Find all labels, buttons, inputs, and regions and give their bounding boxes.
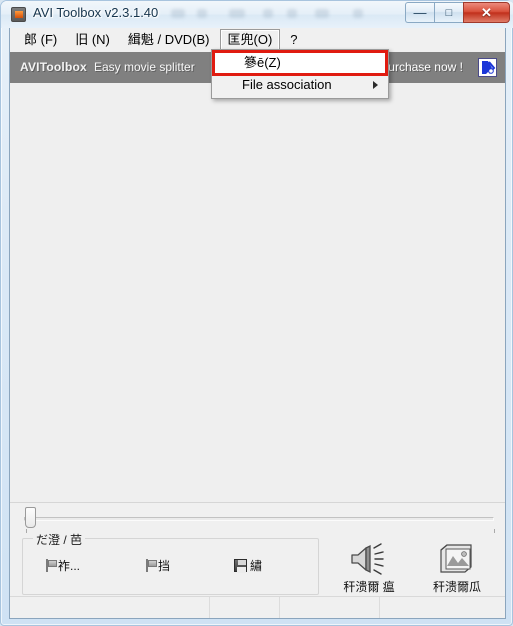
status-cell-3 <box>280 597 380 618</box>
save-segment-label: 繡 <box>250 559 263 573</box>
minimize-button[interactable]: — <box>405 2 434 23</box>
extract-audio-button[interactable]: 秆溃爾 瘟 <box>332 542 406 595</box>
menu-dvd[interactable]: 緝魁 / DVD(B) <box>120 29 218 51</box>
application-window: AVI Toolbox v2.3.1.40 — □ ✕ 郎 (F) 旧 (N) … <box>0 0 513 626</box>
purchase-now-link[interactable]: Purchase now ! <box>380 60 463 74</box>
set-end-label: 挡 <box>158 559 171 573</box>
extract-image-label: 秆溃爾瓜 <box>432 580 481 594</box>
extract-audio-label: 秆溃爾 瘟 <box>343 580 395 594</box>
menu-options[interactable]: 匡兜(O) <box>219 29 281 51</box>
trackbar-thumb[interactable] <box>25 507 36 528</box>
menu-item-file-association-label: File association <box>242 77 332 92</box>
banner-tagline: Easy movie splitter <box>94 60 195 74</box>
status-cell-2 <box>210 597 280 618</box>
trackbar-groove <box>24 517 494 521</box>
extract-image-button[interactable]: 秆溃爾瓜 <box>420 542 494 595</box>
maximize-button[interactable]: □ <box>434 2 463 23</box>
menu-file[interactable]: 郎 (F) <box>16 29 65 51</box>
banner-brand: AVIToolbox <box>20 60 87 74</box>
video-preview-area[interactable] <box>10 83 505 503</box>
minimize-icon: — <box>413 4 427 20</box>
menu-help[interactable]: ? <box>282 29 305 51</box>
chevron-right-icon <box>373 81 378 89</box>
flag-start-icon <box>44 559 57 572</box>
menu-item-settings[interactable]: 篸ē(Z) <box>212 50 388 76</box>
speaker-icon <box>332 542 406 576</box>
picture-icon <box>420 542 494 576</box>
maximize-icon: □ <box>445 6 453 19</box>
status-cell-1 <box>10 597 210 618</box>
status-cell-4 <box>380 597 505 618</box>
set-start-button[interactable]: 祚... <box>44 557 80 574</box>
set-start-label: 祚... <box>58 559 81 573</box>
options-dropdown-menu: 篸ē(Z) File association <box>211 49 389 99</box>
avi-toolbox-logo-icon[interactable] <box>478 58 497 77</box>
set-end-button[interactable]: 挡 <box>144 557 170 574</box>
window-controls: — □ ✕ <box>405 2 510 23</box>
save-disk-icon <box>234 559 247 573</box>
status-bar <box>10 596 505 618</box>
close-icon: ✕ <box>481 4 492 20</box>
menu-item-file-association[interactable]: File association <box>212 74 388 96</box>
menu-new[interactable]: 旧 (N) <box>67 29 118 51</box>
window-title: AVI Toolbox v2.3.1.40 <box>33 5 159 20</box>
menu-item-settings-label: 篸ē(Z) <box>244 55 281 70</box>
client-area: 郎 (F) 旧 (N) 緝魁 / DVD(B) 匡兜(O) ? AVIToolb… <box>9 28 506 619</box>
title-bar[interactable]: AVI Toolbox v2.3.1.40 — □ ✕ <box>1 1 513 28</box>
flag-end-icon <box>144 559 157 572</box>
close-button[interactable]: ✕ <box>463 2 510 23</box>
film-reel-icon <box>11 7 26 22</box>
save-segment-button[interactable]: 繡 <box>234 557 262 574</box>
selection-group-label: だ澄 / 芭 <box>33 531 86 548</box>
bottom-panel: だ澄 / 芭 祚... 挡 繡 秆溃爾 瘟 秆溃爾瓜 <box>10 531 505 596</box>
